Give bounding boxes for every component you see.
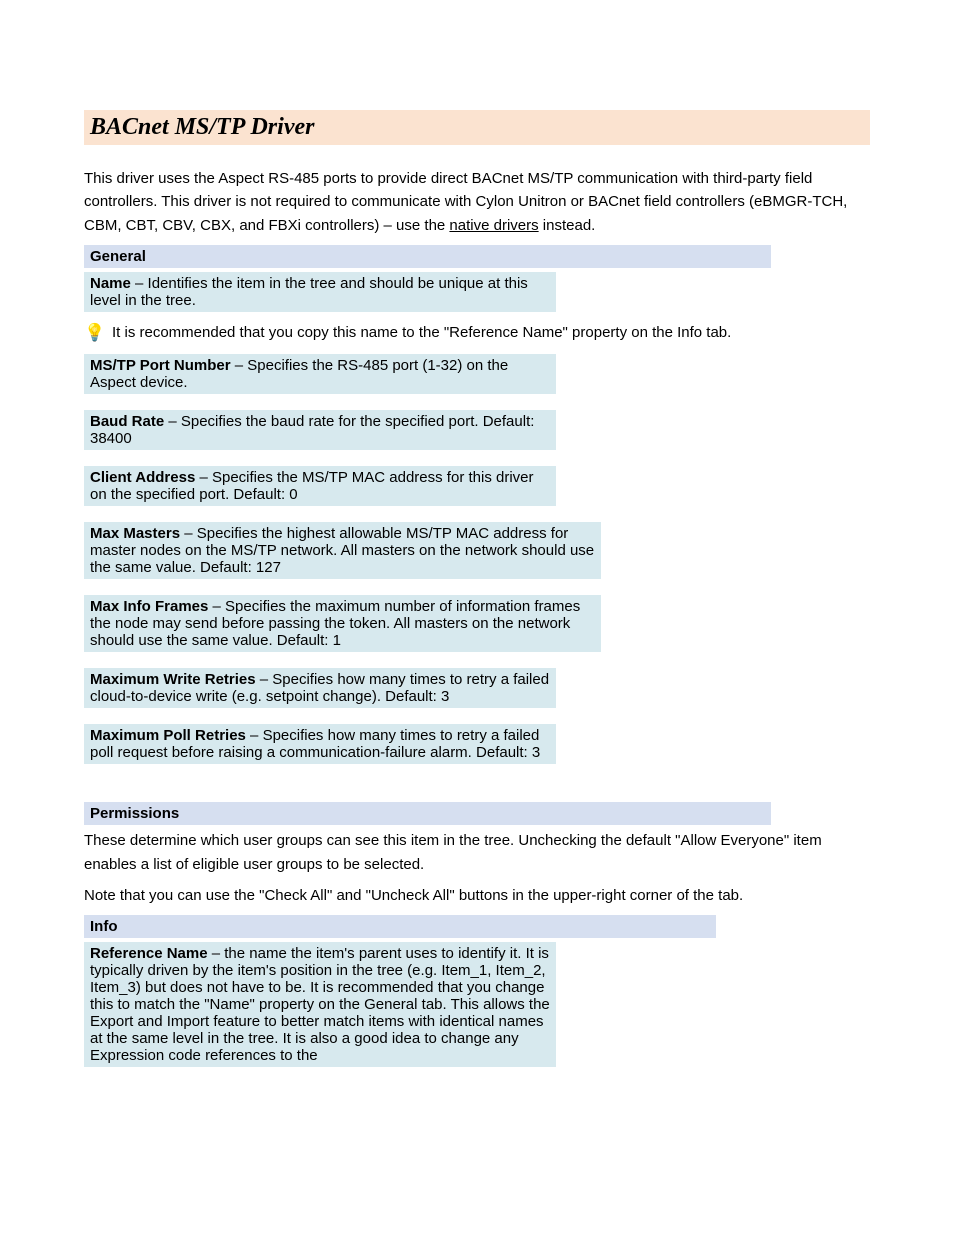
prop-mstp-row: MS/TP Port Number – Specifies the RS-485…: [84, 354, 556, 394]
prop-mstp-label: MS/TP Port Number: [90, 357, 231, 374]
section-permissions: Permissions: [84, 802, 771, 825]
lightbulb-icon: 💡: [84, 322, 102, 341]
section-info-label: Info: [90, 918, 118, 935]
prop-ref-label: Reference Name: [90, 945, 208, 962]
tip-text: It is recommended that you copy this nam…: [112, 322, 731, 345]
page-title-bar: BACnet MS/TP Driver: [84, 110, 870, 145]
prop-info-row: Max Info Frames – Specifies the maximum …: [84, 595, 601, 652]
prop-baud-row: Baud Rate – Specifies the baud rate for …: [84, 410, 556, 450]
prop-ref-row: Reference Name – the name the item's par…: [84, 942, 556, 1067]
prop-baud-label: Baud Rate: [90, 413, 164, 430]
section-general: General: [84, 245, 771, 268]
native-drivers-link[interactable]: native drivers: [449, 217, 538, 234]
section-permissions-label: Permissions: [90, 805, 179, 822]
prop-maxmaster-label: Max Masters: [90, 525, 180, 542]
page-title: BACnet MS/TP Driver: [90, 114, 314, 140]
prop-write-label: Maximum Write Retries: [90, 671, 256, 688]
prop-ref-text: – the name the item's parent uses to ide…: [90, 945, 550, 1064]
section-general-label: General: [90, 248, 146, 265]
prop-name-text: – Identifies the item in the tree and sh…: [90, 275, 528, 309]
permissions-text-1: These determine which user groups can se…: [84, 829, 870, 876]
prop-addr-row: Client Address – Specifies the MS/TP MAC…: [84, 466, 556, 506]
permissions-text-2: Note that you can use the "Check All" an…: [84, 884, 870, 907]
section-info: Info: [84, 915, 716, 938]
tip-row: 💡 It is recommended that you copy this n…: [84, 322, 870, 345]
prop-info-label: Max Info Frames: [90, 598, 208, 615]
prop-addr-label: Client Address: [90, 469, 195, 486]
prop-name-row: Name – Identifies the item in the tree a…: [84, 272, 556, 312]
prop-poll-label: Maximum Poll Retries: [90, 727, 246, 744]
prop-poll-row: Maximum Poll Retries – Specifies how man…: [84, 724, 556, 764]
prop-write-row: Maximum Write Retries – Specifies how ma…: [84, 668, 556, 708]
intro-text-end: instead.: [543, 217, 596, 234]
permissions-text-block: These determine which user groups can se…: [84, 829, 870, 907]
prop-maxmaster-row: Max Masters – Specifies the highest allo…: [84, 522, 601, 579]
intro-paragraph: This driver uses the Aspect RS-485 ports…: [84, 167, 870, 237]
document-page: BACnet MS/TP Driver This driver uses the…: [0, 0, 954, 1131]
prop-name-label: Name: [90, 275, 131, 292]
